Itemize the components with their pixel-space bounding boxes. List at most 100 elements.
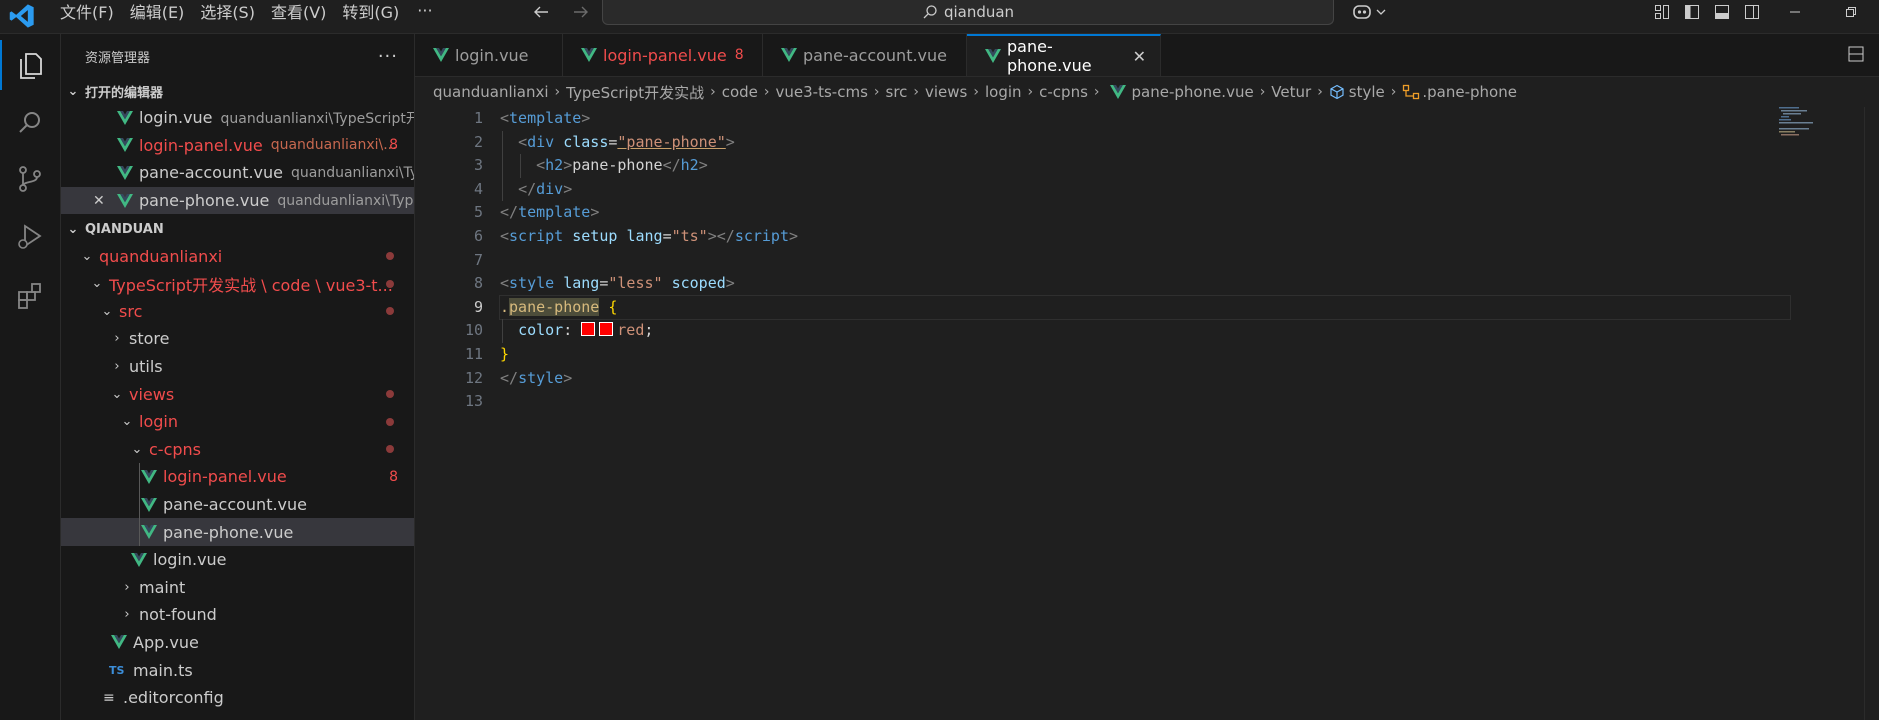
tree-folder[interactable]: ⌄ src (61, 298, 414, 326)
chevron-right-icon: › (873, 84, 880, 100)
tree-file[interactable]: App.vue (61, 629, 414, 657)
breadcrumb-item[interactable]: views (925, 83, 967, 101)
open-editor-item[interactable]: login.vue quanduanlianxi\TypeScript开... (61, 104, 414, 132)
code-line: } (500, 343, 1790, 367)
split-editor-icon[interactable] (1847, 45, 1865, 63)
minimize-button[interactable] (1767, 0, 1823, 24)
close-icon[interactable]: ✕ (1133, 47, 1146, 66)
vertical-scrollbar[interactable] (1864, 107, 1879, 720)
chevron-right-icon: › (913, 84, 920, 100)
tab-label: login-panel.vue (603, 45, 727, 65)
breadcrumb-item[interactable]: Vetur (1271, 83, 1311, 101)
menu-edit[interactable]: 编辑(E) (122, 0, 193, 26)
problem-count-badge: 8 (389, 468, 398, 485)
breadcrumb-item[interactable]: .pane-phone (1422, 83, 1517, 101)
tree-file[interactable]: pane-account.vue (61, 490, 414, 519)
open-editor-item[interactable]: pane-account.vue quanduanlianxi\Ty... (61, 159, 414, 187)
tree-folder[interactable]: › maint (61, 574, 414, 602)
sidebar-more-icon[interactable]: ··· (378, 46, 398, 67)
breadcrumb-item[interactable]: TypeScript开发实战 (566, 82, 704, 103)
extensions-icon[interactable] (0, 270, 60, 320)
open-editors-section[interactable]: ⌄ 打开的编辑器 (61, 78, 414, 104)
tree-folder[interactable]: › utils (61, 353, 414, 381)
vue-file-icon (117, 165, 133, 180)
code-token: { (608, 297, 618, 316)
tab-pane-account-vue[interactable]: pane-account.vue (763, 34, 967, 76)
tree-folder[interactable]: ⌄ quanduanlianxi (61, 242, 414, 270)
chevron-down-icon: ⌄ (131, 441, 143, 457)
breadcrumb-item[interactable]: login (985, 83, 1022, 101)
tab-pane-phone-vue[interactable]: pane-phone.vue ✕ (967, 34, 1161, 76)
run-debug-icon[interactable] (0, 212, 60, 262)
command-center-search[interactable]: qianduan (602, 0, 1334, 25)
source-control-icon[interactable] (0, 154, 60, 204)
tree-file[interactable]: TS main.ts (61, 656, 414, 684)
explorer-icon[interactable] (0, 40, 60, 90)
line-number: 3 (473, 156, 483, 175)
customize-layout-icon[interactable] (1647, 0, 1677, 24)
color-swatch[interactable] (581, 322, 596, 337)
menu-file[interactable]: 文件(F) (52, 0, 122, 26)
copilot-button[interactable] (1348, 0, 1388, 24)
tab-login-vue[interactable]: login.vue (415, 34, 563, 76)
chevron-down-icon: ⌄ (101, 303, 113, 319)
vue-file-icon (117, 110, 133, 125)
minimap[interactable] (1779, 107, 1819, 147)
menu-view[interactable]: 查看(V) (263, 0, 334, 26)
code-token: style (509, 274, 555, 293)
tree-file[interactable]: login.vue (61, 546, 414, 574)
chevron-right-icon: › (1259, 84, 1266, 100)
close-icon[interactable]: ✕ (93, 193, 105, 209)
back-arrow-icon[interactable] (526, 0, 556, 24)
tree-folder[interactable]: ⌄ views (61, 380, 414, 408)
tree-file-selected[interactable]: pane-phone.vue (61, 518, 414, 546)
forward-arrow-icon[interactable] (566, 0, 596, 24)
workspace-section[interactable]: ⌄ QIANDUAN (61, 216, 414, 242)
chevron-right-icon: › (554, 84, 561, 100)
menu-more-button[interactable]: ··· (407, 0, 442, 26)
toggle-primary-sidebar-icon[interactable] (1677, 0, 1707, 24)
restore-button[interactable] (1823, 0, 1879, 24)
title-bar: 文件(F) 编辑(E) 选择(S) 查看(V) 转到(G) ··· qiandu… (0, 0, 1879, 34)
breadcrumb-item[interactable]: code (722, 83, 758, 101)
breadcrumb-item[interactable]: c-cpns (1039, 83, 1088, 101)
open-editor-item-active[interactable]: ✕ pane-phone.vue quanduanlianxi\Type... (61, 186, 414, 215)
code-token: pane-phone (509, 297, 600, 316)
breadcrumb-item[interactable]: src (886, 83, 908, 101)
tree-item-label: quanduanlianxi (99, 246, 223, 266)
tree-folder[interactable]: ⌄ login (61, 408, 414, 436)
open-editor-name: pane-account.vue (139, 163, 283, 183)
tree-file[interactable]: ≡ .editorconfig (61, 684, 414, 712)
breadcrumb-item[interactable]: quanduanlianxi (433, 83, 549, 101)
tree-folder[interactable]: ⌄ TypeScript开发实战 \ code \ vue3-t... (61, 270, 414, 298)
problem-count-badge: 8 (734, 47, 744, 63)
tree-file[interactable]: login-panel.vue 8 (61, 463, 414, 491)
tree-item-label: main.ts (133, 660, 193, 680)
toggle-panel-icon[interactable] (1707, 0, 1737, 24)
code-content: <template> <div class="pane-phone"> <h2>… (499, 107, 1791, 414)
open-editor-item[interactable]: login-panel.vue quanduanlianxi\... 8 (61, 132, 414, 160)
tree-item-label: views (129, 384, 175, 404)
code-line: </div> (500, 177, 1790, 202)
menu-goto[interactable]: 转到(G) (334, 0, 407, 26)
breadcrumb-item[interactable]: style (1349, 83, 1385, 101)
tree-folder[interactable]: › store (61, 325, 414, 353)
code-line: <script setup lang="ts"></script> (500, 226, 799, 245)
breadcrumb-item[interactable]: vue3-ts-cms (776, 83, 868, 101)
toggle-secondary-sidebar-icon[interactable] (1737, 0, 1767, 24)
indent-guide (139, 518, 140, 546)
vue-file-icon (433, 48, 449, 62)
menu-selection[interactable]: 选择(S) (192, 0, 263, 26)
tree-folder[interactable]: › not-found (61, 601, 414, 629)
vue-file-icon (111, 635, 127, 650)
tab-login-panel-vue[interactable]: login-panel.vue 8 (563, 34, 763, 76)
open-editor-name: login.vue (139, 108, 213, 128)
tree-folder[interactable]: ⌄ c-cpns (61, 436, 414, 464)
vue-file-icon (117, 193, 133, 208)
code-token: setup (572, 226, 618, 245)
code-editor[interactable]: 1 2 3 4 5 6 7 8 9 10 11 12 13 <template>… (415, 107, 1879, 720)
search-icon[interactable] (0, 98, 60, 148)
color-swatch[interactable] (599, 322, 614, 337)
breadcrumb-item[interactable]: pane-phone.vue (1132, 83, 1254, 101)
chevron-right-icon: › (1093, 84, 1100, 100)
